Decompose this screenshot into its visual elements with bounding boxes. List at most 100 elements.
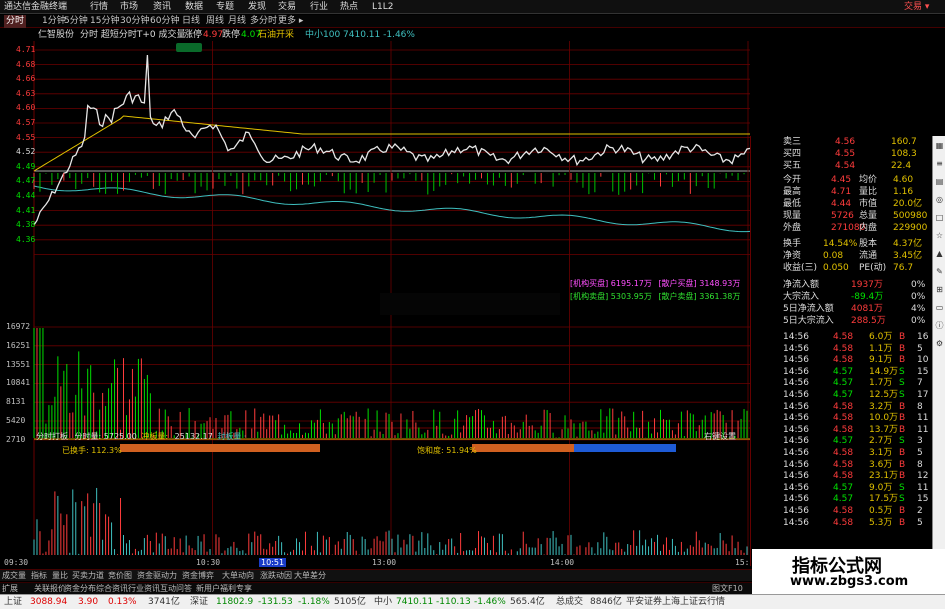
turnover-bar <box>120 444 320 452</box>
sh-label[interactable]: 上证 <box>4 595 22 609</box>
trade-menu[interactable]: 交易 ▾ <box>904 0 929 14</box>
chart-icon[interactable]: ▦ <box>934 140 945 151</box>
zx-label[interactable]: 中小 <box>374 595 392 609</box>
total-label: 总成交 <box>556 597 584 607</box>
tick-time: 14:56 <box>783 355 809 366</box>
server-info[interactable]: 平安证券上海上证云行情 <box>626 595 725 609</box>
flow-pct: 0% <box>911 316 926 326</box>
tick-price: 4.58 <box>833 459 854 470</box>
volume-tick: 2710 <box>6 434 26 444</box>
tab-7[interactable]: 周线 <box>206 15 224 28</box>
tab-6[interactable]: 日线 <box>182 15 200 28</box>
tick-count: 8 <box>917 459 923 470</box>
watermark: 指标公式网 www.zbgs3.com <box>752 549 945 594</box>
tick-count: 12 <box>917 471 929 482</box>
book-volume: 108.3 <box>891 149 917 159</box>
info-icon[interactable]: ⓘ <box>934 320 945 331</box>
pencil-icon[interactable]: ✎ <box>934 266 945 277</box>
bottom-tab-5[interactable]: 资金驱动力 <box>137 570 177 582</box>
menu-item-1[interactable]: 市场 <box>120 0 138 14</box>
bottom-tab-7[interactable]: 大单动向 <box>222 570 254 582</box>
tab-4[interactable]: 30分钟 <box>120 15 149 28</box>
menu-item-4[interactable]: 专题 <box>216 0 234 14</box>
square-icon[interactable]: □ <box>934 212 945 223</box>
bottom-tab-0[interactable]: 成交量 <box>2 570 26 582</box>
bottom-tab-4[interactable]: 竞价图 <box>108 570 132 582</box>
stat-value: 229900 <box>893 223 928 233</box>
tick-time: 14:56 <box>783 366 809 377</box>
doc-icon[interactable]: ▭ <box>934 302 945 313</box>
menu-item-5[interactable]: 发现 <box>248 0 266 14</box>
menu-item-3[interactable]: 数据 <box>185 0 203 14</box>
sealed-setting[interactable]: 封板量 · <box>217 432 246 441</box>
bottom-tab-1[interactable]: 指标 <box>31 570 47 582</box>
stat2-value: 3.45亿 <box>893 251 923 261</box>
sz-label[interactable]: 深证 <box>190 595 208 609</box>
masked-area <box>380 293 560 315</box>
tick-price: 4.58 <box>833 471 854 482</box>
tick-time: 14:56 <box>783 413 809 424</box>
right-click-setting[interactable]: 右键设置 <box>704 431 736 442</box>
bell-icon[interactable]: ◎ <box>934 194 945 205</box>
tick-price: 4.57 <box>833 390 854 400</box>
tick-count: 7 <box>917 378 923 389</box>
tick-count: 15 <box>917 494 929 505</box>
tab-5[interactable]: 60分钟 <box>150 15 179 28</box>
bottom-tab-6[interactable]: 资金博弈 <box>182 570 214 582</box>
price-tick: 4.38 <box>16 220 36 230</box>
stat-label: 量比 <box>859 187 878 197</box>
tab-8[interactable]: 月线 <box>228 15 246 28</box>
tick-time: 14:56 <box>783 506 809 516</box>
star-icon[interactable]: ☆ <box>934 230 945 241</box>
calendar-icon[interactable]: ▤ <box>934 176 945 187</box>
volume-tick: 10841 <box>6 378 31 388</box>
menu-item-9[interactable]: L1L2 <box>372 0 393 14</box>
tick-volume: 6.0万 <box>869 332 893 342</box>
status-bar: 上证 3088.94 3.90 0.13% 3741亿 深证 11802.9 -… <box>0 594 945 609</box>
price-tick: 4.57 <box>16 118 36 127</box>
sector-tag[interactable]: 石油开采 <box>258 29 294 41</box>
bottom-tab-8[interactable]: 涨跌动因 <box>260 570 292 582</box>
tick-count: 11 <box>917 424 929 435</box>
time-tick: 14:00 <box>550 558 575 567</box>
list-icon[interactable]: ≡ <box>934 158 945 169</box>
stat2-value: 4.37亿 <box>893 239 923 249</box>
tab-10[interactable]: 更多 ▸ <box>278 15 303 28</box>
tick-volume: 2.7万 <box>869 436 893 447</box>
menu-item-0[interactable]: 行情 <box>90 0 108 14</box>
tab-2[interactable]: 5分钟 <box>64 15 88 28</box>
tick-price: 4.57 <box>833 436 854 447</box>
tick-time: 14:56 <box>783 378 809 389</box>
menu-item-7[interactable]: 行业 <box>310 0 328 14</box>
bottom-tab-2[interactable]: 量比 <box>52 570 68 582</box>
stat2-value: 0.08 <box>823 251 844 261</box>
tick-volume: 13.7万 <box>869 424 899 435</box>
book-volume: 160.7 <box>891 137 917 147</box>
flow-pct: 0% <box>911 292 926 302</box>
intraday-chart[interactable] <box>0 41 750 569</box>
tab-0[interactable]: 分时 <box>4 15 27 28</box>
flag-icon[interactable]: ▲ <box>934 248 945 259</box>
menu-item-2[interactable]: 资讯 <box>153 0 171 14</box>
org-sell-label: [机构卖盘] <box>570 292 609 301</box>
grid-icon[interactable]: ⊞ <box>934 284 945 295</box>
tool-icon[interactable]: ⚙ <box>934 338 945 349</box>
sz-pct: -1.18% <box>298 597 330 607</box>
flow-label: 净流入额 <box>783 280 820 290</box>
menu-item-6[interactable]: 交易 <box>278 0 296 14</box>
tab-9[interactable]: 多分时 <box>250 15 277 28</box>
tick-price: 4.57 <box>833 366 854 377</box>
flow-pct: 0% <box>911 280 926 290</box>
tick-count: 10 <box>917 355 929 366</box>
bottom-tab-3[interactable]: 买卖力道 <box>72 570 104 582</box>
stat-label: 内盘 <box>859 223 878 233</box>
bottom-tab-9[interactable]: 大单差分 <box>294 570 326 582</box>
tab-3[interactable]: 15分钟 <box>90 15 119 28</box>
tick-count: 5 <box>917 448 923 458</box>
tab-1[interactable]: 1分钟 <box>42 15 66 28</box>
tick-volume: 3.6万 <box>869 459 893 470</box>
side-toolbar[interactable]: ▦ ≡ ▤ ◎ □ ☆ ▲ ✎ ⊞ ▭ ⓘ ⚙ <box>932 136 945 550</box>
stat2-label: PE(动) <box>859 263 887 273</box>
menu-item-8[interactable]: 热点 <box>340 0 358 14</box>
sh-pct: 0.13% <box>108 597 137 607</box>
